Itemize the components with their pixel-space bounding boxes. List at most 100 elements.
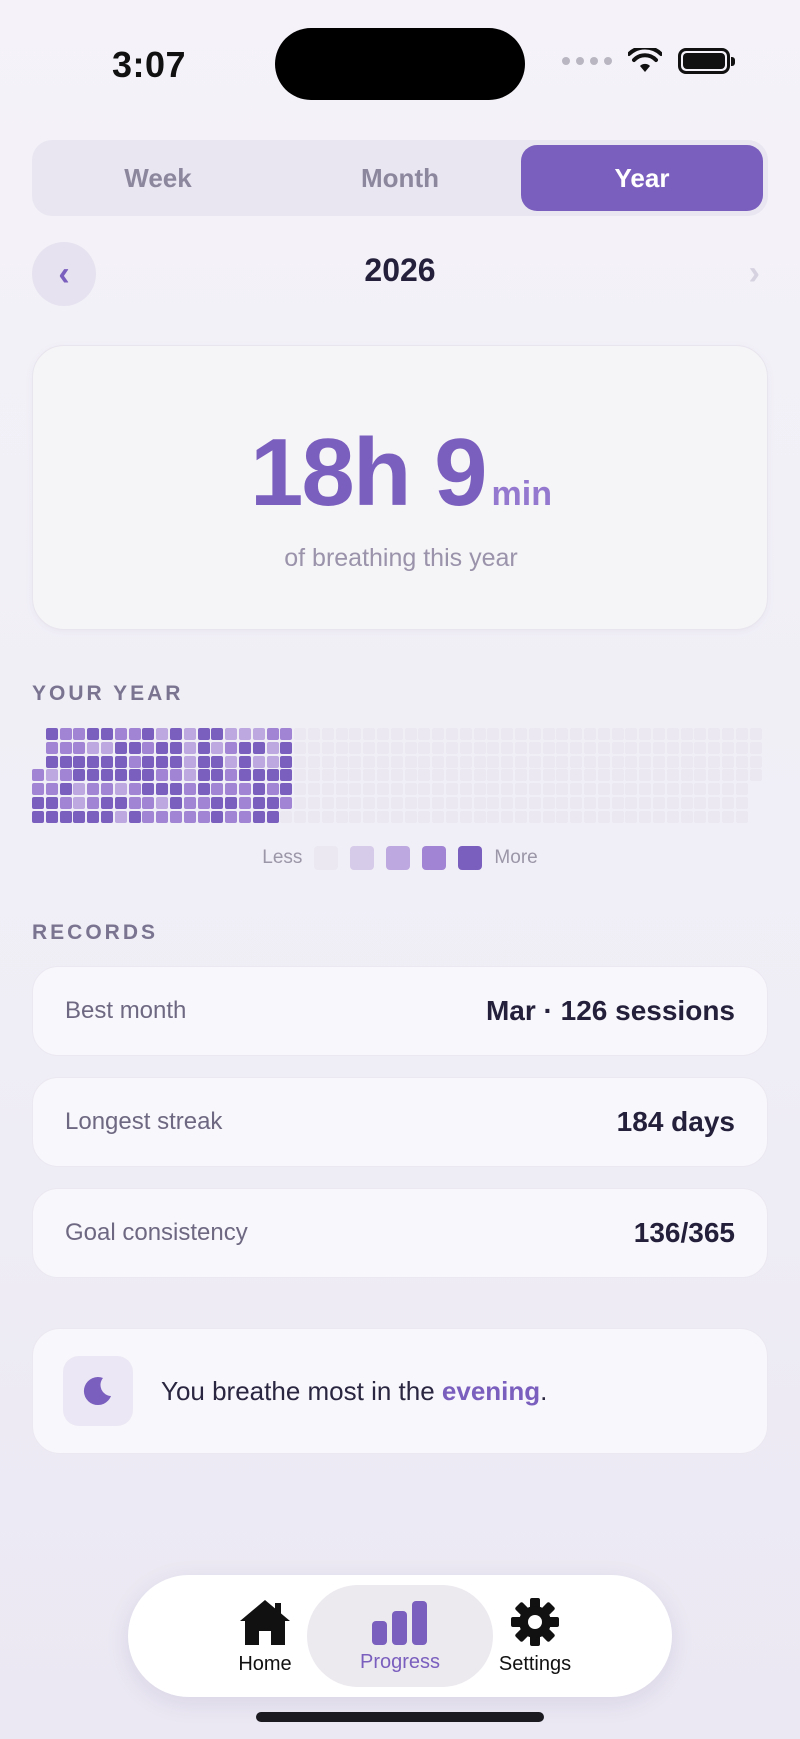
heatmap-day-cell (225, 810, 238, 823)
heatmap-day-cell (404, 797, 417, 809)
heatmap-day-cell (639, 769, 652, 782)
heatmap-day-cell (363, 797, 376, 809)
heatmap-day-cell (377, 810, 389, 823)
heatmap-day-cell (266, 741, 279, 754)
heatmap-day-cell (239, 728, 251, 740)
heatmap-day-cell (708, 741, 721, 754)
insight-card: You breathe most in the evening. (32, 1328, 768, 1454)
heatmap-day-cell (156, 728, 169, 740)
heatmap-day-cell (349, 728, 362, 740)
heatmap-day-cell (556, 728, 569, 740)
heatmap-day-cell (639, 728, 652, 740)
next-year-button[interactable]: › (749, 254, 760, 293)
heatmap-day-cell (487, 769, 500, 782)
heatmap-day-cell (556, 797, 569, 809)
tab-settings[interactable]: Settings (442, 1585, 628, 1687)
heatmap-day-cell (473, 797, 486, 809)
heatmap-day-cell (542, 810, 555, 823)
heatmap-day-cell (321, 755, 334, 768)
heatmap-day-cell (611, 741, 624, 754)
heatmap-day-cell (487, 755, 500, 768)
heatmap-day-cell (446, 783, 458, 796)
heatmap-day-cell (363, 769, 376, 782)
heatmap-day-cell (128, 741, 141, 754)
record-goal-consistency: Goal consistency 136/365 (32, 1188, 768, 1278)
segment-month[interactable]: Month (279, 145, 521, 211)
insight-highlight: evening (441, 1375, 541, 1406)
heatmap-day-cell (459, 810, 472, 823)
heatmap-day-cell (45, 755, 58, 768)
heatmap-day-cell (390, 769, 403, 782)
heatmap-day-cell (722, 783, 734, 796)
heatmap-day-cell (597, 783, 610, 796)
heatmap-day-cell (542, 728, 555, 740)
heatmap-day-cell (473, 755, 486, 768)
heatmap-day-cell (501, 741, 514, 754)
heatmap-day-cell (625, 810, 638, 823)
heatmap-day-cell (487, 783, 500, 796)
status-icons (562, 48, 735, 74)
heatmap-day-cell (473, 728, 486, 740)
heatmap-day-cell (252, 755, 265, 768)
heatmap-day-cell (170, 741, 182, 754)
heatmap-day-cell (501, 783, 514, 796)
heatmap-day-cell (542, 755, 555, 768)
heatmap-legend: Less More (0, 846, 800, 870)
heatmap-day-cell (418, 741, 431, 754)
home-indicator (256, 1712, 544, 1722)
heatmap-day-cell (45, 810, 58, 823)
heatmap-day-cell (639, 797, 652, 809)
heatmap-day-cell (32, 797, 44, 809)
insight-prefix: You breathe most in the (161, 1375, 442, 1406)
heatmap-day-cell (666, 741, 679, 754)
heatmap-day-cell (515, 797, 527, 809)
heatmap-day-cell (128, 810, 141, 823)
heatmap-day-cell (59, 783, 72, 796)
heatmap-day-cell (73, 728, 86, 740)
segment-week[interactable]: Week (37, 145, 279, 211)
house-icon (240, 1599, 290, 1645)
heatmap-day-cell (487, 741, 500, 754)
heatmap-day-cell (570, 741, 583, 754)
heatmap-day-cell (87, 728, 100, 740)
heatmap-day-cell (639, 755, 652, 768)
heatmap-day-cell (749, 755, 762, 768)
heatmap-day-cell (335, 810, 348, 823)
heatmap-day-cell (694, 755, 707, 768)
heatmap-day-cell (584, 783, 596, 796)
heatmap-day-cell (377, 728, 389, 740)
heatmap-day-cell (321, 769, 334, 782)
legend-swatch-1 (350, 846, 375, 870)
heatmap-day-cell (363, 741, 376, 754)
heatmap-day-cell (459, 769, 472, 782)
heatmap-day-cell (252, 769, 265, 782)
heatmap-day-cell (321, 783, 334, 796)
heatmap-day-cell (749, 741, 762, 754)
heatmap-day-cell (128, 783, 141, 796)
heatmap-day-cell (335, 728, 348, 740)
heatmap-day-cell (542, 741, 555, 754)
heatmap-day-cell (266, 797, 279, 809)
heatmap-day-cell (708, 810, 721, 823)
heatmap-day-cell (211, 797, 224, 809)
heatmap-day-cell (73, 755, 86, 768)
legend-swatch-0 (314, 846, 339, 870)
heatmap-day-cell (611, 797, 624, 809)
heatmap-day-cell (266, 783, 279, 796)
heatmap-day-cell (183, 797, 196, 809)
heatmap-day-cell (446, 797, 458, 809)
heatmap-day-cell (294, 797, 307, 809)
battery-icon (678, 48, 735, 74)
heatmap-day-cell (625, 728, 638, 740)
record-label: Best month (65, 997, 187, 1024)
heatmap-day-cell (528, 741, 541, 754)
heatmap-day-cell (735, 783, 748, 796)
segment-year[interactable]: Year (521, 145, 763, 211)
heatmap-day-cell (87, 797, 100, 809)
heatmap-day-cell (335, 769, 348, 782)
heatmap-day-cell (59, 755, 72, 768)
heatmap-day-cell (349, 783, 362, 796)
records-title: RECORDS (32, 921, 159, 944)
heatmap-day-cell (515, 810, 527, 823)
heatmap-day-cell (597, 741, 610, 754)
